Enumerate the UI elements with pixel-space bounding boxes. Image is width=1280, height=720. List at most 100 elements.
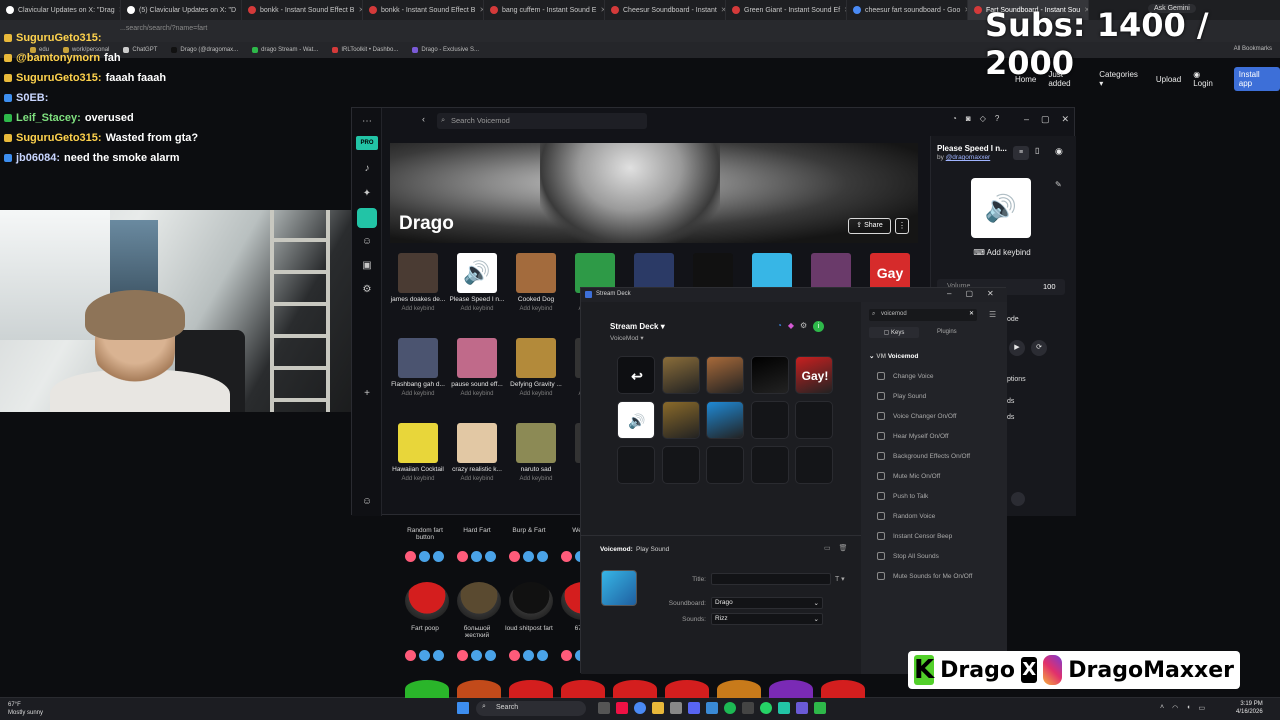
action-item[interactable]: Play Sound <box>869 386 997 406</box>
add-keybind-link[interactable]: Add keybind <box>449 476 505 482</box>
bell-icon[interactable]: ◔ <box>777 321 782 332</box>
deck-key[interactable] <box>750 401 789 439</box>
stream-deck-taskbar-icon[interactable] <box>796 702 808 714</box>
tab-plugins[interactable]: Plugins <box>937 329 957 335</box>
action-item[interactable]: Background Effects On/Off <box>869 446 997 466</box>
deck-key[interactable] <box>706 446 744 484</box>
download-icon[interactable] <box>523 551 534 562</box>
deck-key[interactable]: ↩ <box>617 356 655 394</box>
sound-play-button[interactable] <box>665 680 709 698</box>
title-input[interactable] <box>711 573 831 585</box>
action-icon-preview[interactable] <box>601 570 637 606</box>
deck-key[interactable] <box>661 356 700 394</box>
minimize-icon[interactable]: – <box>947 289 951 298</box>
browser-tab[interactable]: Cheesur Soundboard - Instant✕ <box>605 0 726 20</box>
author-link[interactable]: @dragomaxxer <box>946 154 991 161</box>
deck-key[interactable] <box>706 401 744 439</box>
sound-tile[interactable]: Hawaiian Cocktail Add keybind <box>390 423 446 482</box>
chevron-up-icon[interactable]: ˄ <box>1160 704 1164 712</box>
back-arrow-icon[interactable]: ‹ <box>422 114 425 124</box>
favorite-icon[interactable] <box>509 650 520 661</box>
sound-play-button[interactable] <box>821 680 865 698</box>
share-icon[interactable] <box>485 650 496 661</box>
sub-profile-selector[interactable]: VoiceMod ▾ <box>610 334 644 342</box>
clock[interactable]: 3:19 PM 4/16/2026 <box>1236 700 1263 716</box>
download-icon[interactable] <box>523 650 534 661</box>
help-icon[interactable]: ? <box>995 114 999 123</box>
deck-key[interactable]: 🔊 <box>617 401 655 439</box>
deck-key[interactable] <box>661 446 700 484</box>
voicemod-taskbar-icon[interactable] <box>778 702 790 714</box>
browser-tab[interactable]: bonkk - Instant Sound Effect B✕ <box>363 0 484 20</box>
sound-item[interactable]: Hard Fart <box>452 527 502 534</box>
sound-tile[interactable]: crazy realistic k... Add keybind <box>449 423 505 482</box>
delete-sound-icon[interactable] <box>1011 492 1025 506</box>
bookmark-item[interactable]: Drago - Exclusive S... <box>412 47 479 53</box>
add-keybind-link[interactable]: Add keybind <box>390 306 446 312</box>
action-item[interactable]: Voice Changer On/Off <box>869 406 997 426</box>
share-icon[interactable] <box>537 650 548 661</box>
store-icon[interactable]: ▣ <box>361 260 373 272</box>
menu-dots-icon[interactable]: ⋯ <box>361 116 373 128</box>
deck-key[interactable] <box>795 446 833 484</box>
sound-play-button[interactable] <box>769 680 813 698</box>
app-icon-2[interactable] <box>670 702 682 714</box>
action-item[interactable]: Stop All Sounds <box>869 546 997 566</box>
play-mode-icon[interactable]: ▶ <box>1009 340 1025 356</box>
profile-icon[interactable]: ☺ <box>361 496 373 508</box>
volume-icon[interactable]: ◖ <box>1186 704 1190 712</box>
sound-item[interactable]: Random fart button <box>400 527 450 541</box>
add-keybind-button[interactable]: ⌨ Add keybind <box>969 248 1035 262</box>
app-icon-1[interactable] <box>616 702 628 714</box>
minimize-icon[interactable]: – <box>1024 114 1029 125</box>
action-item[interactable]: Mute Sounds for Me On/Off <box>869 566 997 586</box>
sound-tile[interactable]: Flashbang gah d... Add keybind <box>390 338 446 397</box>
sound-tile[interactable]: Cooked Dog Add keybind <box>508 253 564 312</box>
nav-home[interactable]: Home <box>1015 75 1036 84</box>
nav-upload[interactable]: Upload <box>1156 75 1181 84</box>
discord-icon[interactable] <box>688 702 700 714</box>
browser-tab[interactable]: bang cuffem - Instant Sound E✕ <box>484 0 605 20</box>
steam-icon[interactable] <box>706 702 718 714</box>
deck-key[interactable] <box>617 446 655 484</box>
profile-selector[interactable]: Stream Deck ▾ <box>610 322 665 331</box>
voicemod-search-input[interactable]: ⌕ Search Voicemod <box>437 113 647 129</box>
wifi-icon[interactable]: ◠ <box>1172 704 1178 712</box>
download-icon[interactable] <box>419 650 430 661</box>
sound-tile[interactable]: naruto sad Add keybind <box>508 423 564 482</box>
nav-just-added[interactable]: Just added <box>1048 70 1087 88</box>
settings-icon[interactable]: ⚙ <box>361 284 373 296</box>
equalizer-icon[interactable]: ≡ <box>1013 146 1029 160</box>
sound-play-button[interactable] <box>509 582 553 620</box>
sound-play-button[interactable] <box>457 680 501 698</box>
browser-tab[interactable]: cheesur fart soundboard - Goo✕ <box>847 0 968 20</box>
add-keybind-link[interactable]: Add keybind <box>390 476 446 482</box>
favorite-icon[interactable] <box>405 551 416 562</box>
marketplace-icon[interactable]: ◆ <box>788 321 794 332</box>
trash-icon[interactable]: 🗑 <box>839 544 848 552</box>
share-icon[interactable] <box>485 551 496 562</box>
download-icon[interactable] <box>471 650 482 661</box>
nav-login[interactable]: ◉ Login <box>1193 70 1222 88</box>
sound-play-button[interactable] <box>405 582 449 620</box>
battery-icon[interactable]: ▭ <box>1198 704 1205 712</box>
sound-play-button[interactable] <box>717 680 761 698</box>
weather-widget[interactable]: 67°F Mostly sunny <box>8 701 43 717</box>
browser-tab[interactable]: (5) Clavicular Updates on X: "D✕ <box>121 0 242 20</box>
sound-play-button[interactable] <box>457 582 501 620</box>
action-item[interactable]: Mute Mic On/Off <box>869 466 997 486</box>
add-keybind-link[interactable]: Add keybind <box>390 391 446 397</box>
deck-key[interactable] <box>661 401 700 439</box>
sound-play-button[interactable] <box>613 680 657 698</box>
clear-search-icon[interactable]: ✕ <box>969 310 974 317</box>
file-explorer-icon[interactable] <box>652 702 664 714</box>
share-icon[interactable] <box>537 551 548 562</box>
chrome-icon[interactable] <box>634 702 646 714</box>
sound-item[interactable]: Burp & Fart <box>504 527 554 534</box>
share-icon[interactable] <box>433 650 444 661</box>
sound-play-button[interactable] <box>509 680 553 698</box>
browser-tab[interactable]: bonkk - Instant Sound Effect B✕ <box>242 0 363 20</box>
sound-tile[interactable]: james doakes de... Add keybind <box>390 253 446 312</box>
action-item[interactable]: Instant Censor Beep <box>869 526 997 546</box>
maximize-icon[interactable]: ▢ <box>1041 114 1050 125</box>
